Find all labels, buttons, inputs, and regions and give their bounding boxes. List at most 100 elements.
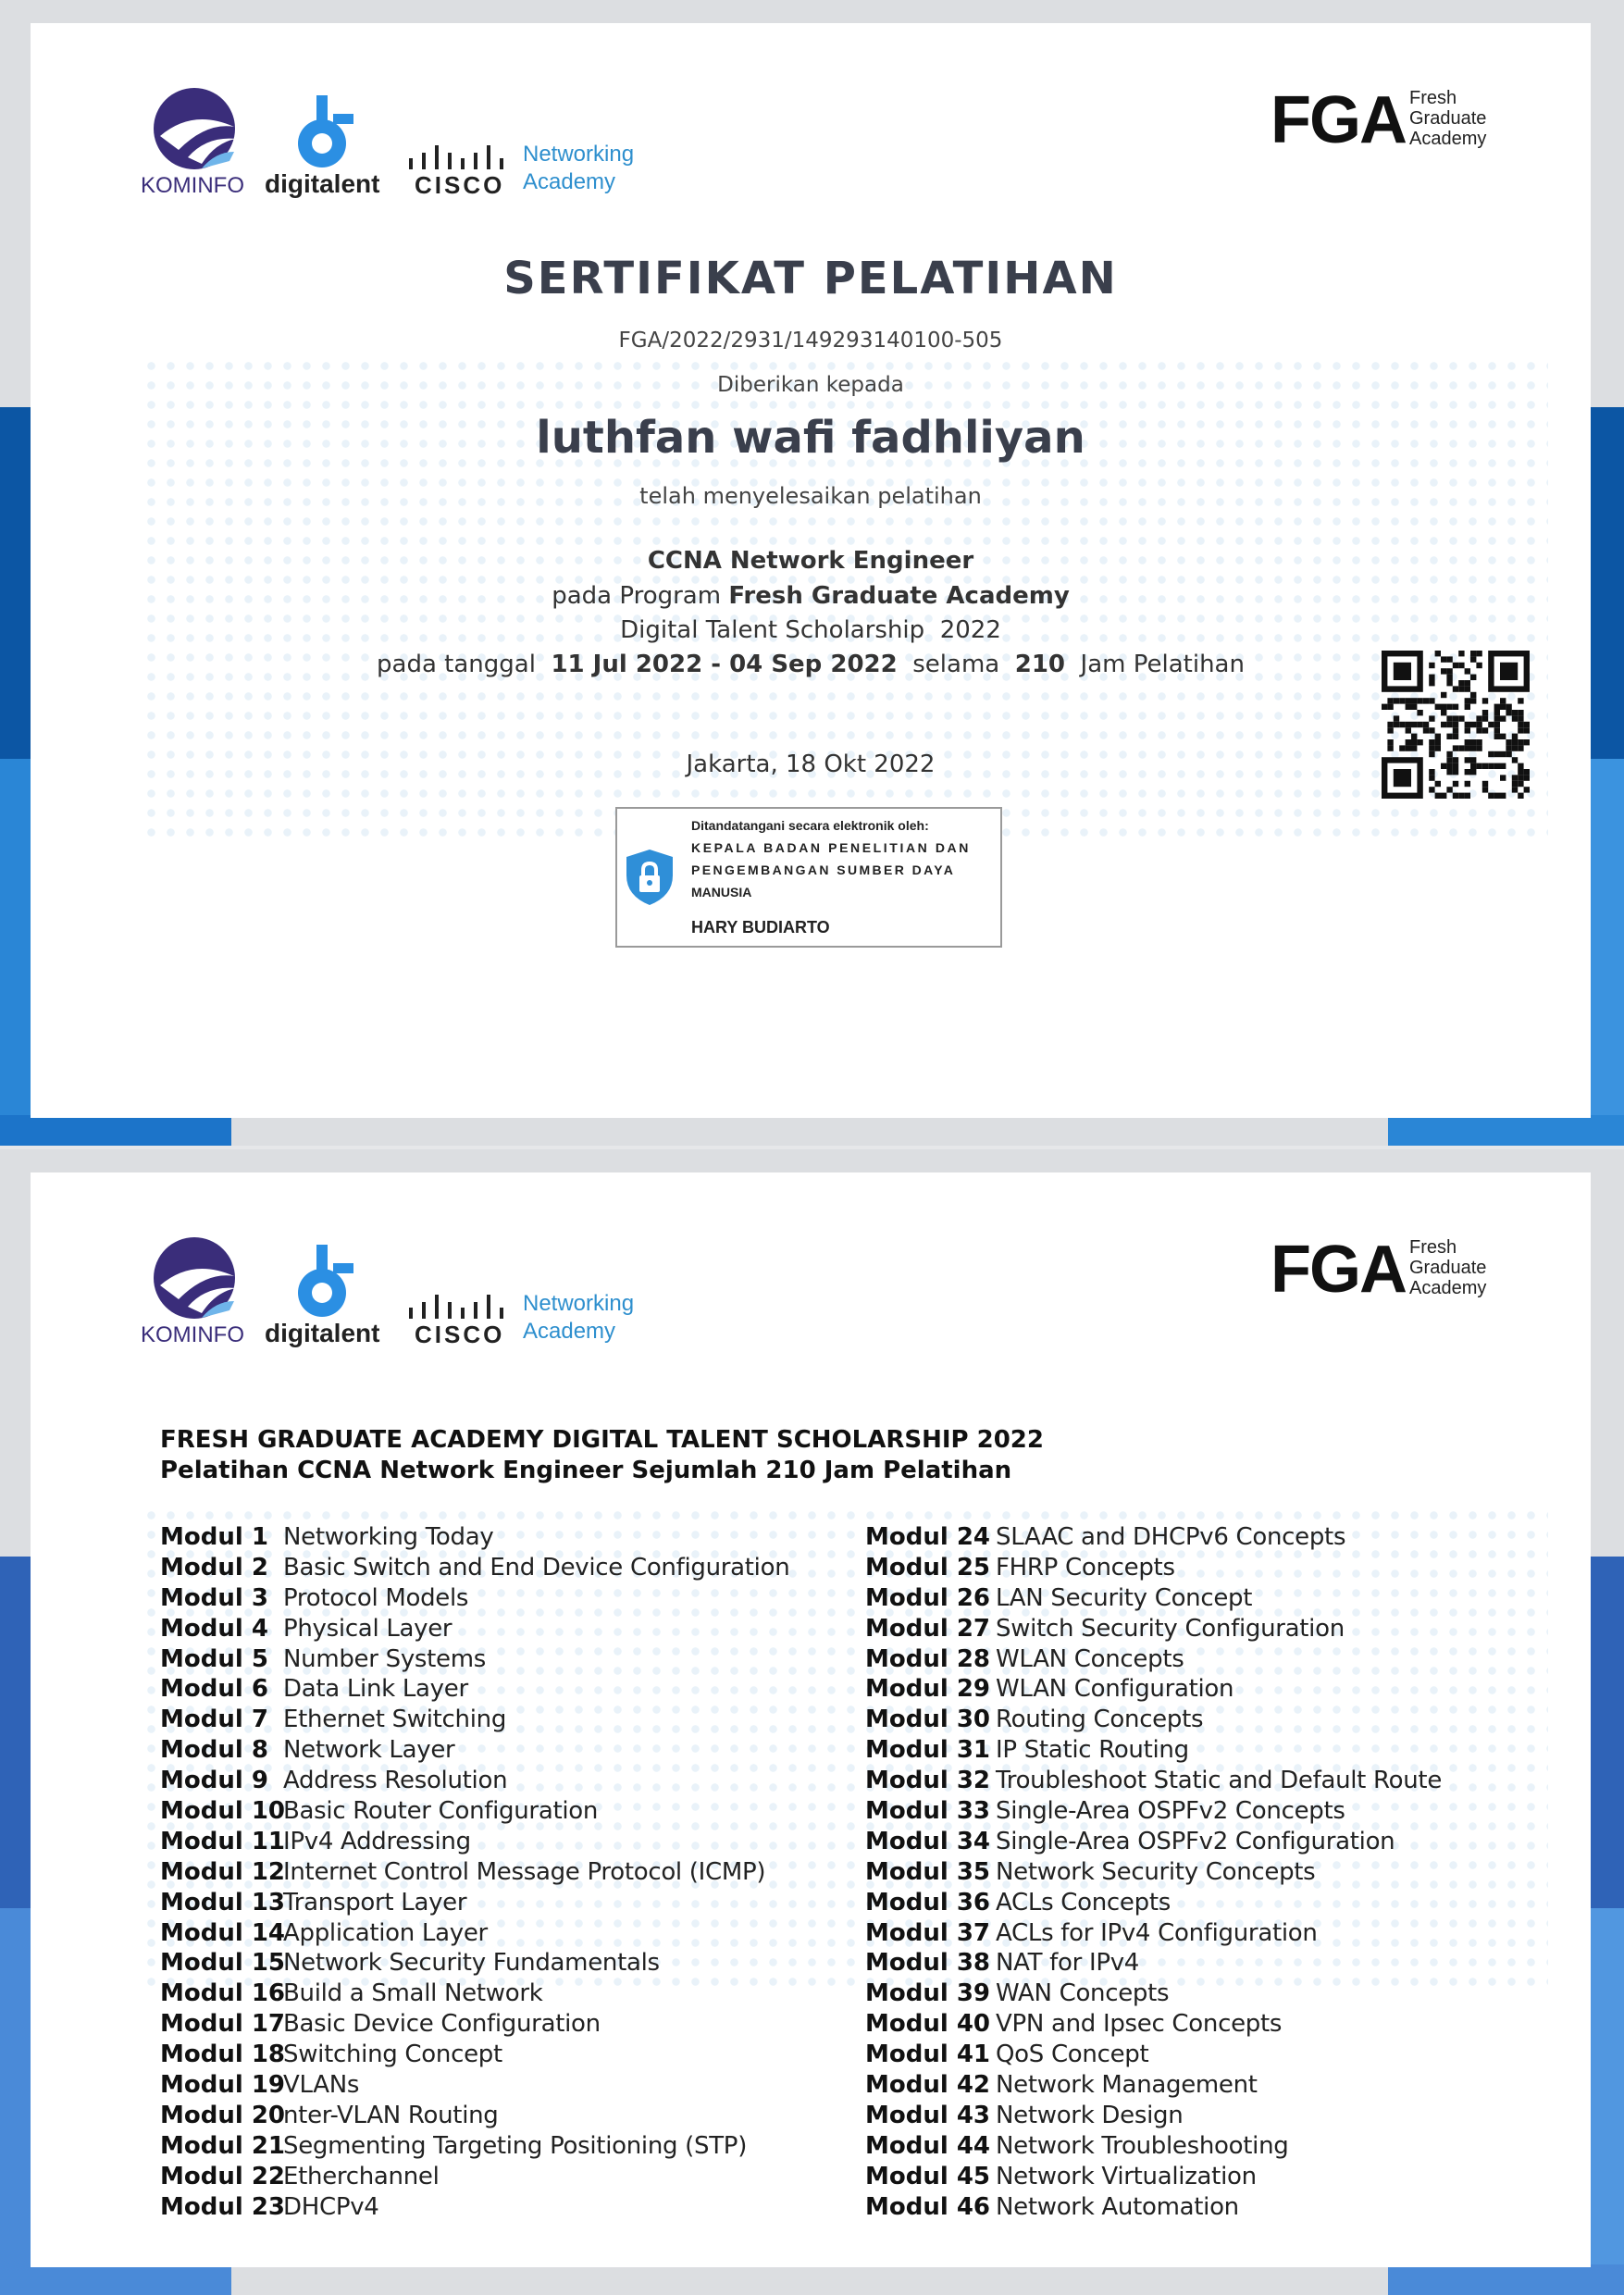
module-row: Modul 41 QoS Concept [865, 2040, 1442, 2070]
module-row: Modul 9 Address Resolution [160, 1766, 789, 1796]
module-row: Modul 45 Network Virtualization [865, 2162, 1442, 2192]
sig-line-3: PENGEMBANGAN SUMBER DAYA [691, 862, 956, 877]
module-title: Network Troubleshooting [996, 2131, 1289, 2160]
module-row: Modul 30 Routing Concepts [865, 1705, 1442, 1735]
digitalent-logo-icon [298, 95, 353, 167]
certificate-page: KOMINFO digitalent CISCO Networking Acad… [0, 0, 1624, 1146]
module-number: Modul 45 [865, 2162, 991, 2190]
module-number: Modul 12 [160, 1857, 286, 1886]
module-number: Modul 36 [865, 1888, 991, 1917]
module-row: Modul 20nter-VLAN Routing [160, 2101, 789, 2131]
sig-line-1: Ditandatangani secara elektronik oleh: [691, 818, 929, 833]
module-title: WLAN Concepts [996, 1644, 1184, 1673]
module-title: Protocol Models [283, 1583, 469, 1612]
left-band-bottom [0, 2264, 231, 2295]
module-row: Modul 22Etherchannel [160, 2162, 789, 2192]
module-title: QoS Concept [996, 2041, 1149, 2069]
module-row: Modul 8 Network Layer [160, 1735, 789, 1766]
module-row: Modul 35 Network Security Concepts [865, 1857, 1442, 1888]
module-number: Modul 3 [160, 1583, 268, 1612]
right-band-mid [1591, 759, 1624, 1146]
module-number: Modul 39 [865, 1979, 991, 2008]
module-title: Transport Layer [283, 1888, 467, 1917]
fga-logo-text: FGA [1271, 1233, 1407, 1307]
module-number: Modul 17 [160, 2010, 286, 2039]
module-number: Modul 31 [865, 1736, 991, 1765]
digitalent-label: digitalent [265, 169, 380, 198]
module-row: Modul 37 ACLs for IPv4 Configuration [865, 1918, 1442, 1949]
module-title: VPN and Ipsec Concepts [996, 2010, 1283, 2039]
cisco-logo-icon [409, 1295, 503, 1319]
syllabus-page: KOMINFO digitalent CISCO Networking Acad… [0, 1149, 1624, 2295]
right-band-bottom [1388, 2264, 1624, 2295]
module-row: Modul 13Transport Layer [160, 1888, 789, 1918]
syllabus-card: KOMINFO digitalent CISCO Networking Acad… [31, 1172, 1591, 2267]
left-band-dark [0, 1557, 31, 1908]
module-number: Modul 25 [865, 1553, 991, 1582]
module-title: Basic Router Configuration [283, 1797, 599, 1826]
right-band-bottom [1388, 1115, 1624, 1146]
module-title: Ethernet Switching [283, 1706, 507, 1734]
module-row: Modul 19VLANs [160, 2070, 789, 2101]
fga-logo-subtext: Fresh Graduate Academy [1409, 88, 1487, 149]
module-row: Modul 28 WLAN Concepts [865, 1644, 1442, 1675]
module-number: Modul 27 [865, 1614, 991, 1643]
module-title: IP Static Routing [996, 1736, 1189, 1765]
module-number: Modul 11 [160, 1827, 286, 1855]
module-number: Modul 41 [865, 2041, 991, 2069]
module-row: Modul 31 IP Static Routing [865, 1735, 1442, 1766]
module-number: Modul 14 [160, 1918, 286, 1947]
module-number: Modul 6 [160, 1675, 268, 1704]
module-title: Network Security Fundamentals [283, 1949, 660, 1978]
module-number: Modul 21 [160, 2131, 286, 2160]
certificate-card: KOMINFO digitalent CISCO Networking Acad… [31, 23, 1591, 1118]
certificate-number: FGA/2022/2931/149293140100-505 [618, 329, 1003, 353]
fga-logo: FGA Fresh Graduate Academy [1271, 1228, 1548, 1311]
module-row: Modul 29 WLAN Configuration [865, 1674, 1442, 1705]
module-row: Modul 17Basic Device Configuration [160, 2009, 789, 2040]
module-row: Modul 11IPv4 Addressing [160, 1827, 789, 1857]
module-row: Modul 5 Number Systems [160, 1644, 789, 1675]
module-title: DHCPv4 [283, 2192, 379, 2221]
right-band-dark [1591, 1557, 1624, 1908]
module-row: Modul 18Switching Concept [160, 2040, 789, 2070]
module-row: Modul 38 NAT for IPv4 [865, 1948, 1442, 1979]
networking-label: Networking [523, 1291, 635, 1316]
kominfo-label: KOMINFO [141, 1322, 244, 1347]
module-number: Modul 34 [865, 1827, 991, 1855]
module-number: Modul 10 [160, 1797, 286, 1826]
module-title: ACLs for IPv4 Configuration [996, 1918, 1318, 1947]
module-number: Modul 29 [865, 1675, 991, 1704]
module-row: Modul 24 SLAAC and DHCPv6 Concepts [865, 1522, 1442, 1553]
module-title: FHRP Concepts [996, 1553, 1175, 1582]
program-line: pada Program Fresh Graduate Academy [552, 582, 1070, 610]
left-band-mid [0, 759, 31, 1146]
module-title: Troubleshoot Static and Default Route [996, 1767, 1443, 1795]
module-title: VLANs [283, 2071, 360, 2100]
module-row: Modul 14Application Layer [160, 1918, 789, 1949]
module-title: Single-Area OSPFv2 Concepts [996, 1797, 1345, 1826]
module-number: Modul 20 [160, 2101, 286, 2129]
module-title: Etherchannel [283, 2162, 440, 2190]
module-row: Modul 34 Single-Area OSPFv2 Configuration [865, 1827, 1442, 1857]
digitalent-label: digitalent [265, 1319, 380, 1347]
module-title: Network Management [996, 2071, 1258, 2100]
module-title: ACLs Concepts [996, 1888, 1171, 1917]
module-row: Modul 27 Switch Security Configuration [865, 1614, 1442, 1644]
module-row: Modul 1 Networking Today [160, 1522, 789, 1553]
module-number: Modul 35 [865, 1857, 991, 1886]
module-number: Modul 8 [160, 1736, 268, 1765]
cisco-label: CISCO [415, 171, 505, 199]
module-number: Modul 5 [160, 1644, 268, 1673]
module-number: Modul 32 [865, 1767, 991, 1795]
module-number: Modul 23 [160, 2192, 286, 2221]
academy-label: Academy [523, 1319, 616, 1344]
module-number: Modul 33 [865, 1797, 991, 1826]
module-list-left: Modul 1 Networking Today Modul 2 Basic Swit… [160, 1522, 790, 2223]
module-number: Modul 22 [160, 2162, 286, 2190]
completed-label: telah menyelesaikan pelatihan [639, 483, 982, 509]
module-title: Address Resolution [283, 1767, 508, 1795]
module-row: Modul 23DHCPv4 [160, 2192, 789, 2223]
module-row: Modul 21Segmenting Targeting Positioning… [160, 2131, 789, 2162]
module-number: Modul 26 [865, 1583, 991, 1612]
